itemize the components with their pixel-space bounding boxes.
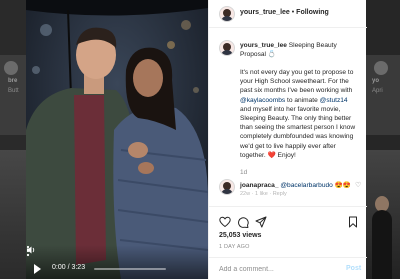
background-photo-left	[0, 150, 26, 279]
background-card-right	[366, 55, 400, 135]
mention-stutz14[interactable]: @stutz14	[320, 97, 348, 104]
caption-text: It's not every day you get to propose to…	[240, 68, 358, 160]
video-controls: 0:00 / 3:23	[26, 245, 208, 279]
caption-part-4: Enjoy!	[275, 151, 296, 159]
background-avatar-left	[4, 61, 18, 75]
post-actions	[209, 206, 367, 230]
heart-icon[interactable]	[219, 216, 231, 228]
background-username-right: yo	[372, 78, 380, 84]
caption-part-2: to animate	[285, 96, 320, 104]
instagram-post-modal: bre Butt yo Apri 0:00 / 3:23 yours_true_…	[0, 0, 400, 279]
post-date: 1 DAY AGO	[219, 244, 250, 250]
video-player[interactable]: 0:00 / 3:23	[26, 0, 208, 279]
background-feed-left: bre Butt	[0, 0, 26, 279]
background-sub-right: Apri	[372, 88, 383, 94]
comment-input[interactable]	[219, 264, 339, 275]
video-frame	[26, 0, 208, 279]
background-card-left	[0, 55, 26, 135]
author-avatar[interactable]	[219, 6, 235, 22]
comment-meta: 22w · 1 like · Reply	[240, 191, 287, 197]
post-author: yours_true_lee • Following	[240, 9, 329, 16]
comment-item: joanapraca_ @bacelarbarbudo 😍😍 ♡ 22w · 1…	[219, 178, 361, 197]
caption-avatar[interactable]	[219, 40, 235, 56]
video-seek-bar[interactable]	[94, 268, 166, 270]
heart-emoji: ❤️	[267, 151, 276, 159]
ring-emoji: 💍	[267, 51, 277, 58]
comment-mention[interactable]: @bacelarbarbudo	[280, 182, 333, 189]
post-comment-button[interactable]: Post	[346, 265, 361, 272]
mention-kaylacoombs[interactable]: @kaylacoombs	[240, 97, 285, 104]
comment-icon[interactable]	[237, 216, 249, 228]
post-panel: yours_true_lee • Following yours_true_le…	[208, 0, 367, 279]
caption-age: 1d	[240, 169, 248, 176]
comment-composer: Post	[209, 257, 367, 279]
share-icon[interactable]	[255, 216, 267, 228]
background-person-body	[372, 210, 392, 279]
background-username-left: bre	[8, 78, 18, 84]
header-separator: •	[291, 9, 295, 16]
comment-like-icon[interactable]: ♡	[355, 181, 361, 189]
video-time: 0:00 / 3:23	[52, 264, 86, 271]
play-icon[interactable]	[34, 264, 41, 274]
commenter-username[interactable]: joanapraca_	[240, 182, 278, 189]
following-button[interactable]: Following	[296, 9, 329, 16]
caption-part-3: and myself into her favorite movie, Slee…	[240, 105, 356, 159]
caption-header: yours_true_lee Sleeping Beauty Proposal …	[240, 41, 358, 59]
view-count[interactable]: 25,053 views	[219, 232, 261, 239]
comment-text: joanapraca_ @bacelarbarbudo 😍😍	[240, 181, 351, 189]
comment-emojis: 😍😍	[334, 182, 352, 189]
author-username[interactable]: yours_true_lee	[240, 9, 290, 16]
post-header: yours_true_lee • Following	[209, 0, 367, 28]
save-icon[interactable]	[347, 216, 359, 228]
caption-username[interactable]: yours_true_lee	[240, 42, 287, 49]
more-options-icon[interactable]	[26, 245, 30, 257]
caption-part-1: It's not every day you get to propose to…	[240, 69, 354, 95]
background-avatar-right	[374, 61, 388, 75]
background-sub-left: Butt	[8, 88, 19, 94]
commenter-avatar[interactable]	[219, 179, 235, 195]
background-feed-right: yo Apri	[366, 0, 400, 279]
